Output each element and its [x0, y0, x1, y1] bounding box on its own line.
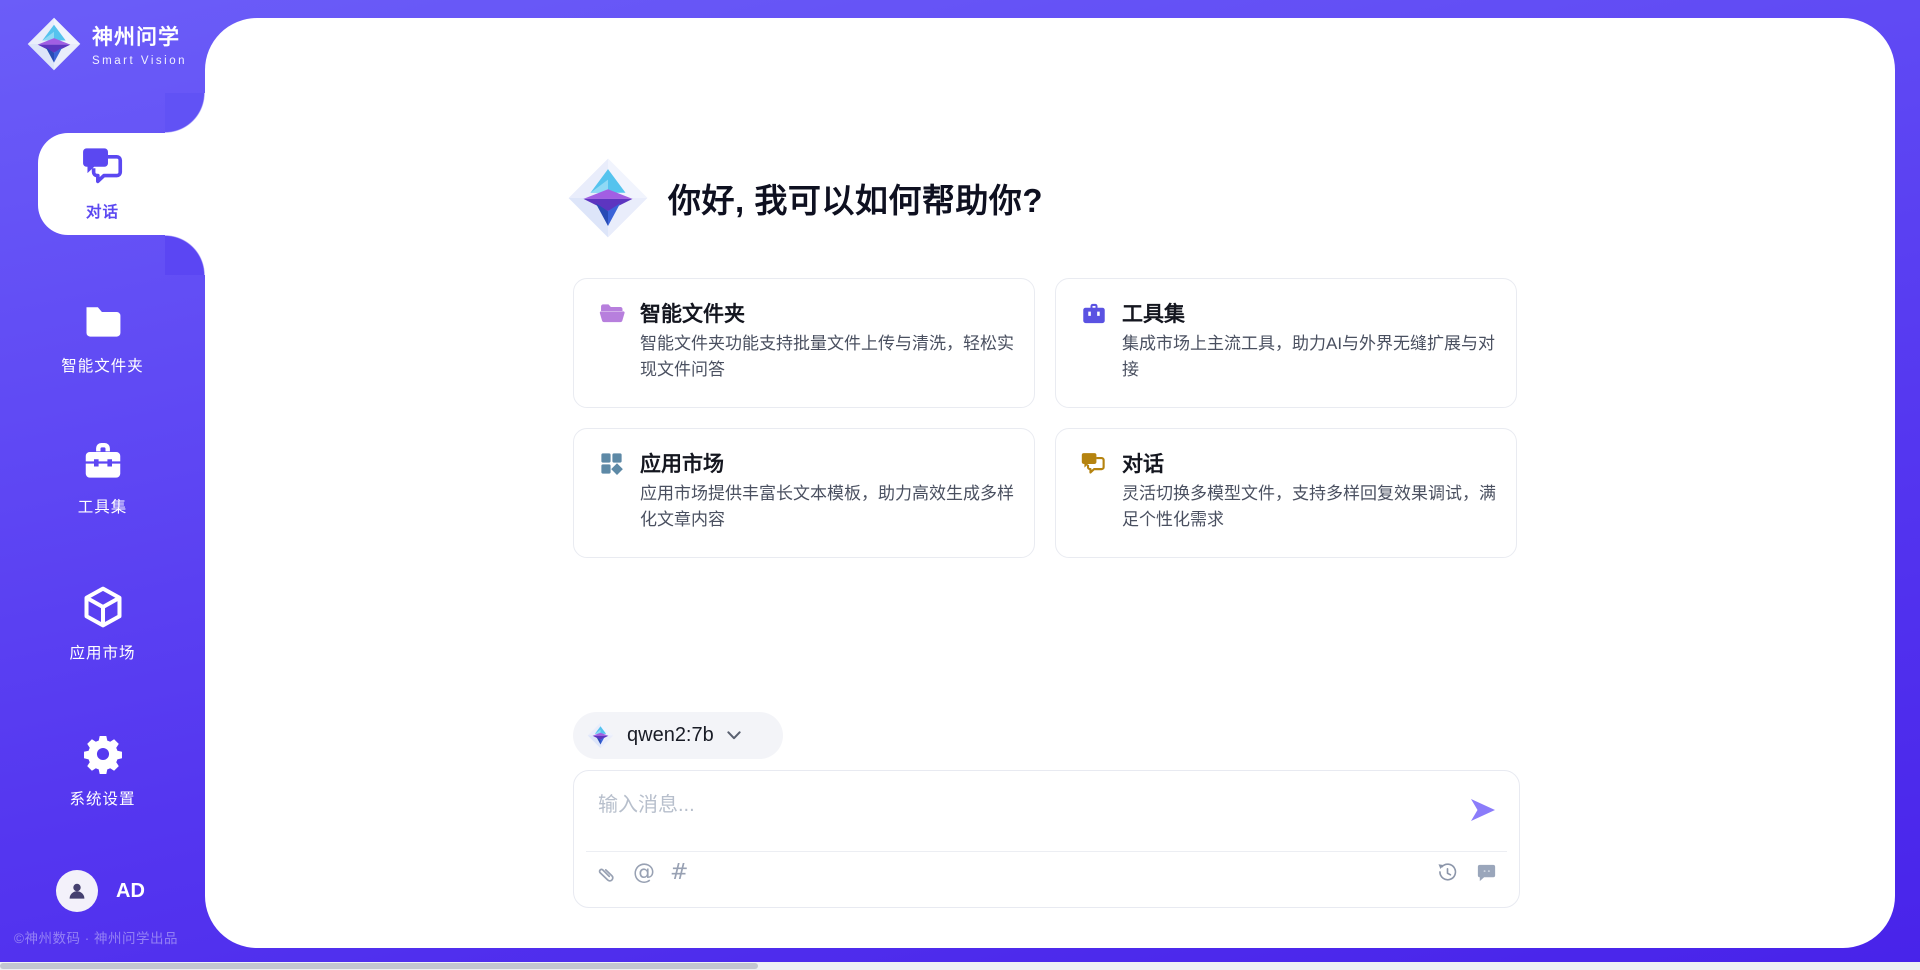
model-selector[interactable]: qwen2:7b	[573, 712, 783, 759]
horizontal-scrollbar	[0, 962, 1920, 970]
feature-cards: 智能文件夹 智能文件夹功能支持批量文件上传与清洗，轻松实现文件问答 工具集 集成…	[573, 278, 1517, 558]
user-initials: AD	[116, 880, 145, 903]
user-account[interactable]: AD	[56, 870, 145, 912]
folder-icon	[81, 299, 125, 348]
avatar	[56, 870, 98, 912]
sidebar-item-label: 对话	[0, 200, 205, 222]
grid-icon	[598, 450, 626, 478]
sidebar-item-label: 系统设置	[0, 787, 205, 809]
sidebar-item-label: 智能文件夹	[0, 354, 205, 376]
card-title: 对话	[1122, 448, 1164, 478]
greeting-block: 你好, 我可以如何帮助你?	[566, 156, 1043, 240]
pill-fillet-top	[165, 93, 205, 133]
sidebar-item-label: 应用市场	[0, 641, 205, 663]
app-logo[interactable]: 神州问学 Smart Vision	[26, 16, 187, 72]
scrollbar-thumb[interactable]	[0, 963, 758, 969]
attach-button[interactable]	[595, 862, 618, 885]
hash-button[interactable]: #	[670, 861, 688, 885]
briefcase-icon	[1080, 300, 1108, 328]
person-icon	[65, 879, 89, 903]
model-name: qwen2:7b	[627, 724, 714, 747]
card-chat[interactable]: 对话 灵活切换多模型文件，支持多样回复效果调试，满足个性化需求	[1055, 428, 1517, 558]
sidebar-item-chat[interactable]: 对话	[0, 143, 205, 222]
card-smart-folder[interactable]: 智能文件夹 智能文件夹功能支持批量文件上传与清洗，轻松实现文件问答	[573, 278, 1035, 408]
sidebar-item-settings[interactable]: 系统设置	[0, 732, 205, 809]
mention-button[interactable]: @	[633, 861, 655, 885]
folder-open-icon	[598, 300, 626, 328]
card-description: 集成市场上主流工具，助力AI与外界无缝扩展与对接	[1122, 331, 1498, 383]
app-tagline: Smart Vision	[92, 55, 187, 67]
chat-icon	[80, 143, 126, 194]
history-button[interactable]	[1436, 861, 1459, 884]
message-input[interactable]	[598, 789, 1428, 821]
history-icon	[1436, 872, 1459, 887]
gem-model-icon	[587, 722, 614, 749]
card-toolset[interactable]: 工具集 集成市场上主流工具，助力AI与外界无缝扩展与对接	[1055, 278, 1517, 408]
greeting-text: 你好, 我可以如何帮助你?	[668, 174, 1043, 222]
copyright-text: ©神州数码 · 神州问学出品	[14, 927, 204, 947]
card-description: 灵活切换多模型文件，支持多样回复效果调试，满足个性化需求	[1122, 481, 1498, 533]
pill-fillet-bottom	[165, 235, 205, 275]
chat-icon	[1080, 450, 1108, 478]
message-composer: @ #	[573, 770, 1520, 908]
composer-tools-left: @ #	[595, 861, 688, 885]
gem-logo-icon	[26, 16, 82, 72]
card-description: 应用市场提供丰富长文本模板，助力高效生成多样化文章内容	[640, 481, 1016, 533]
feedback-icon	[1475, 872, 1498, 887]
hash-icon: #	[670, 860, 688, 885]
card-title: 应用市场	[640, 448, 724, 478]
sidebar-item-app-market[interactable]: 应用市场	[0, 584, 205, 663]
sidebar-item-label: 工具集	[0, 495, 205, 517]
sidebar-item-smart-folder[interactable]: 智能文件夹	[0, 299, 205, 376]
gem-greeting-icon	[566, 156, 650, 240]
card-title: 智能文件夹	[640, 298, 745, 328]
cube-icon	[80, 584, 126, 635]
brand-text: 神州问学 Smart Vision	[92, 21, 187, 67]
sidebar-item-toolset[interactable]: 工具集	[0, 438, 205, 517]
feedback-button[interactable]	[1475, 861, 1498, 884]
composer-divider	[586, 851, 1507, 852]
card-title: 工具集	[1122, 298, 1185, 328]
chevron-down-icon	[727, 731, 741, 740]
attach-icon	[595, 862, 618, 885]
card-description: 智能文件夹功能支持批量文件上传与清洗，轻松实现文件问答	[640, 331, 1016, 383]
card-app-market[interactable]: 应用市场 应用市场提供丰富长文本模板，助力高效生成多样化文章内容	[573, 428, 1035, 558]
sidebar: 神州问学 Smart Vision 对话 智能文件夹 工具集 应用市场 系统设置	[0, 0, 205, 970]
send-button[interactable]	[1469, 797, 1497, 823]
composer-tools-right	[1436, 861, 1498, 884]
mention-icon: @	[633, 860, 655, 885]
app-name: 神州问学	[92, 26, 180, 49]
toolbox-icon	[80, 438, 126, 489]
gear-icon	[81, 732, 125, 781]
send-icon	[1469, 811, 1497, 826]
